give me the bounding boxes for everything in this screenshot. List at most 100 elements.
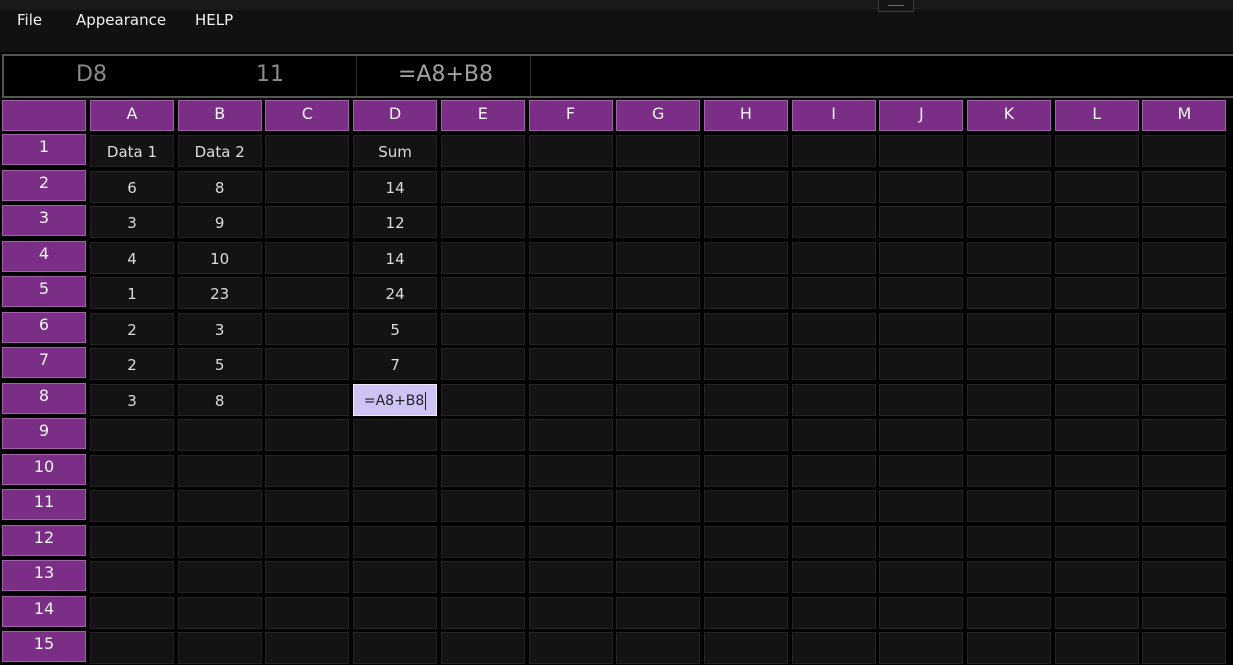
column-header-e[interactable]: E — [440, 100, 525, 131]
cell-e12[interactable] — [440, 525, 525, 558]
cell-k5[interactable] — [967, 277, 1051, 309]
cell-m10[interactable] — [1142, 454, 1227, 487]
cell-m15[interactable] — [1142, 632, 1227, 664]
cell-d5[interactable]: 24 — [353, 277, 438, 309]
cell-m7[interactable] — [1142, 348, 1227, 380]
cell-f1[interactable] — [528, 135, 613, 167]
cell-m3[interactable] — [1142, 206, 1227, 238]
cell-a11[interactable] — [90, 490, 174, 522]
cell-a9[interactable] — [90, 419, 174, 451]
column-header-h[interactable]: H — [703, 100, 788, 131]
cell-e11[interactable] — [440, 490, 525, 522]
cell-a2[interactable]: 6 — [90, 170, 174, 203]
cell-a10[interactable] — [90, 454, 174, 487]
column-header-k[interactable]: K — [967, 100, 1051, 131]
column-header-d[interactable]: D — [353, 100, 438, 131]
cell-g15[interactable] — [616, 632, 701, 664]
cell-m6[interactable] — [1142, 312, 1227, 345]
cell-c6[interactable] — [265, 312, 350, 345]
cell-l2[interactable] — [1054, 170, 1139, 203]
cell-a6[interactable]: 2 — [90, 312, 174, 345]
cell-j11[interactable] — [879, 490, 964, 522]
row-header-9[interactable]: 9 — [2, 418, 86, 449]
cell-f3[interactable] — [528, 206, 613, 238]
cell-f14[interactable] — [528, 596, 613, 629]
cell-b8[interactable]: 8 — [177, 383, 262, 416]
cell-e6[interactable] — [440, 312, 525, 345]
active-cell-editor[interactable]: =A8+B8 — [353, 383, 438, 416]
cell-c4[interactable] — [265, 241, 350, 274]
cell-j4[interactable] — [879, 241, 964, 274]
cell-l9[interactable] — [1054, 419, 1139, 451]
cell-f9[interactable] — [528, 419, 613, 451]
cell-g14[interactable] — [616, 596, 701, 629]
row-header-12[interactable]: 12 — [2, 524, 86, 556]
cell-b10[interactable] — [177, 454, 262, 487]
row-header-13[interactable]: 13 — [2, 560, 86, 591]
cell-k3[interactable] — [967, 206, 1051, 238]
cell-a12[interactable] — [90, 525, 174, 558]
cell-d7[interactable]: 7 — [353, 348, 438, 380]
cell-g13[interactable] — [616, 561, 701, 593]
cell-h11[interactable] — [703, 490, 788, 522]
cell-b1[interactable]: Data 2 — [177, 135, 262, 167]
row-header-15[interactable]: 15 — [2, 631, 86, 662]
row-header-8[interactable]: 8 — [2, 382, 86, 414]
menu-help[interactable]: HELP — [195, 11, 233, 29]
cell-e9[interactable] — [440, 419, 525, 451]
cell-m8[interactable] — [1142, 383, 1227, 416]
cell-f8[interactable] — [528, 383, 613, 416]
row-header-3[interactable]: 3 — [2, 205, 86, 236]
cell-b15[interactable] — [177, 632, 262, 664]
cell-b2[interactable]: 8 — [177, 170, 262, 203]
cell-m14[interactable] — [1142, 596, 1227, 629]
cell-f12[interactable] — [528, 525, 613, 558]
cell-m4[interactable] — [1142, 241, 1227, 274]
cell-m13[interactable] — [1142, 561, 1227, 593]
cell-a5[interactable]: 1 — [90, 277, 174, 309]
cell-i2[interactable] — [791, 170, 876, 203]
cell-k1[interactable] — [967, 135, 1051, 167]
cell-d1[interactable]: Sum — [353, 135, 438, 167]
cell-i9[interactable] — [791, 419, 876, 451]
cell-h3[interactable] — [703, 206, 788, 238]
column-header-m[interactable]: M — [1142, 100, 1227, 131]
cell-i14[interactable] — [791, 596, 876, 629]
cell-i4[interactable] — [791, 241, 876, 274]
cell-b12[interactable] — [177, 525, 262, 558]
cell-g3[interactable] — [616, 206, 701, 238]
cell-j3[interactable] — [879, 206, 964, 238]
cell-l15[interactable] — [1054, 632, 1139, 664]
cell-j14[interactable] — [879, 596, 964, 629]
cell-m11[interactable] — [1142, 490, 1227, 522]
cell-l11[interactable] — [1054, 490, 1139, 522]
cell-g11[interactable] — [616, 490, 701, 522]
cell-d15[interactable] — [353, 632, 438, 664]
cell-g7[interactable] — [616, 348, 701, 380]
cell-k8[interactable] — [967, 383, 1051, 416]
cell-i7[interactable] — [791, 348, 876, 380]
cell-a3[interactable]: 3 — [90, 206, 174, 238]
cell-c12[interactable] — [265, 525, 350, 558]
cell-c10[interactable] — [265, 454, 350, 487]
cell-g2[interactable] — [616, 170, 701, 203]
cell-m9[interactable] — [1142, 419, 1227, 451]
cell-k14[interactable] — [967, 596, 1051, 629]
cell-f2[interactable] — [528, 170, 613, 203]
cell-f5[interactable] — [528, 277, 613, 309]
column-header-g[interactable]: G — [616, 100, 701, 131]
cell-l10[interactable] — [1054, 454, 1139, 487]
cell-f7[interactable] — [528, 348, 613, 380]
row-header-11[interactable]: 11 — [2, 489, 86, 520]
cell-h2[interactable] — [703, 170, 788, 203]
cell-m2[interactable] — [1142, 170, 1227, 203]
cell-j1[interactable] — [879, 135, 964, 167]
cell-h15[interactable] — [703, 632, 788, 664]
cell-h5[interactable] — [703, 277, 788, 309]
cell-d6[interactable]: 5 — [353, 312, 438, 345]
cell-d12[interactable] — [353, 525, 438, 558]
column-header-c[interactable]: C — [265, 100, 350, 131]
cell-c5[interactable] — [265, 277, 350, 309]
cell-d10[interactable] — [353, 454, 438, 487]
cell-b11[interactable] — [177, 490, 262, 522]
